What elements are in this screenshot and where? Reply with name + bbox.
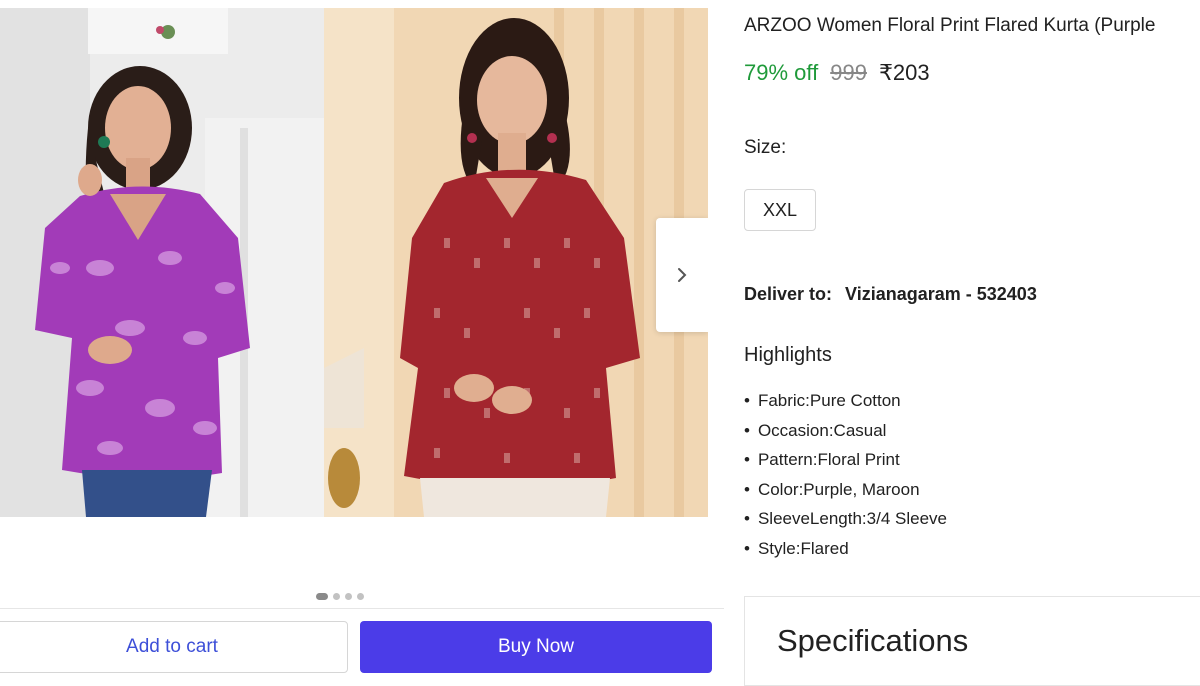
carousel-dot-1[interactable] (316, 593, 328, 600)
product-title: ARZOO Women Floral Print Flared Kurta (P… (744, 15, 1156, 36)
highlight-item: Pattern:Floral Print (744, 449, 947, 479)
highlight-item: Color:Purple, Maroon (744, 479, 947, 509)
carousel-dot-4[interactable] (357, 593, 364, 600)
product-photo-purple-kurta[interactable] (0, 8, 324, 517)
selling-price: ₹203 (878, 60, 930, 85)
add-to-cart-button[interactable]: Add to cart (0, 621, 348, 673)
highlight-item: Style:Flared (744, 538, 947, 568)
deliver-to-label: Deliver to: (744, 284, 833, 304)
price-row: 79% off 999 ₹203 (744, 60, 930, 86)
highlight-item: Occasion:Casual (744, 420, 947, 450)
product-image-carousel[interactable] (0, 8, 708, 517)
carousel-dots (316, 593, 364, 600)
carousel-dot-3[interactable] (345, 593, 352, 600)
carousel-next-button[interactable] (656, 218, 708, 332)
product-photo-maroon-kurta[interactable] (324, 8, 708, 517)
size-option-xxl[interactable]: XXL (744, 189, 816, 231)
discount-badge: 79% off (744, 60, 819, 85)
specifications-section[interactable]: Specifications (744, 596, 1200, 686)
size-label: Size: (744, 137, 787, 158)
specifications-title: Specifications (777, 623, 969, 658)
product-info-panel: ARZOO Women Floral Print Flared Kurta (P… (744, 0, 1200, 686)
highlights-list: Fabric:Pure Cotton Occasion:Casual Patte… (744, 390, 947, 567)
delivery-location[interactable]: Vizianagaram - 532403 (845, 284, 1037, 304)
highlights-title: Highlights (744, 344, 832, 366)
buy-now-button[interactable]: Buy Now (360, 621, 712, 673)
carousel-dot-2[interactable] (333, 593, 340, 600)
highlight-item: SleeveLength:3/4 Sleeve (744, 508, 947, 538)
divider (0, 608, 724, 609)
original-price: 999 (830, 60, 867, 85)
delivery-row: Deliver to: Vizianagaram - 532403 (744, 284, 1037, 305)
highlight-item: Fabric:Pure Cotton (744, 390, 947, 420)
chevron-right-icon (678, 268, 687, 282)
